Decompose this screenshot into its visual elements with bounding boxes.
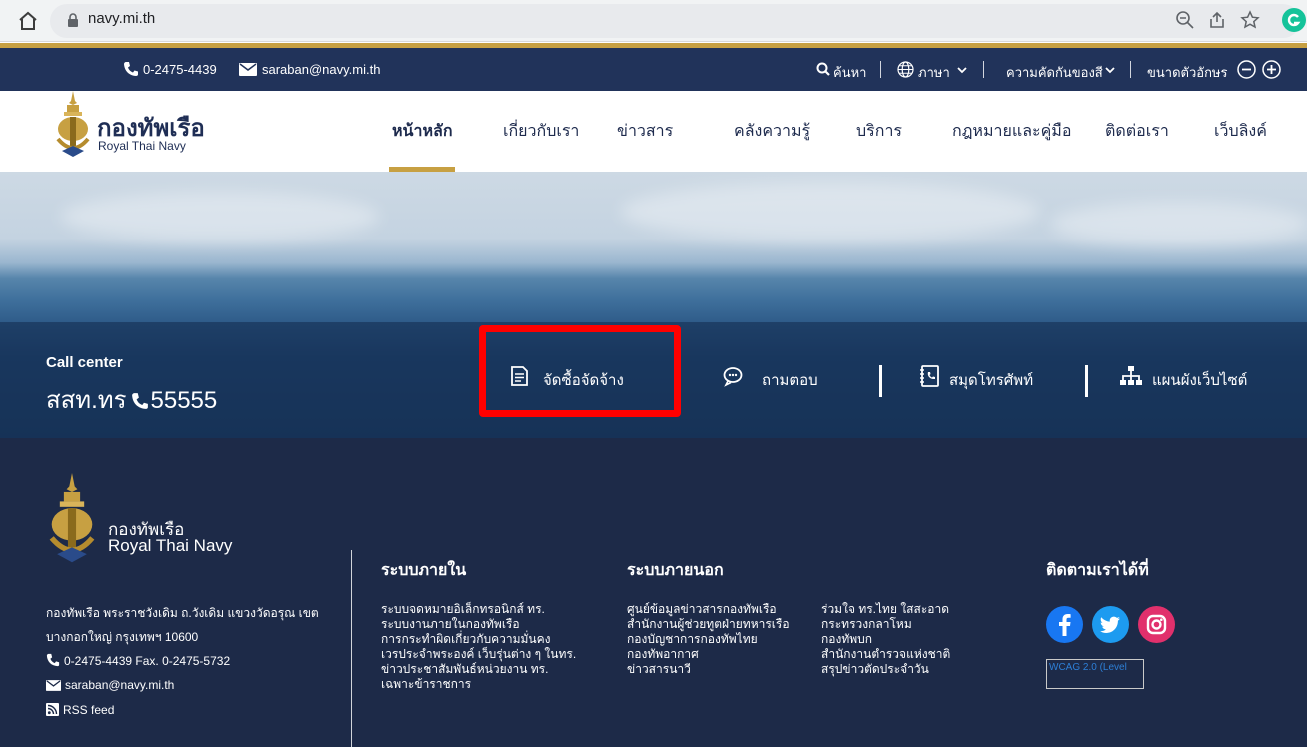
- internal-systems-list: ระบบจดหมายอิเล็กทรอนิกส์ ทร. ระบบงานภายใ…: [381, 602, 576, 692]
- nav-news[interactable]: ข่าวสาร: [617, 119, 673, 144]
- search-link[interactable]: ค้นหา: [833, 62, 866, 83]
- nav-laws-manuals[interactable]: กฎหมายและคู่มือ: [952, 119, 1071, 144]
- external-link-navy-news[interactable]: ข่าวสารนาวี: [627, 662, 790, 677]
- external-systems-list-2: ร่วมใจ ทร.ไทย ใสสะอาด กระทรวงกลาโหม กองท…: [821, 602, 950, 677]
- logo-title-english[interactable]: Royal Thai Navy: [98, 139, 186, 153]
- phonebook-link[interactable]: สมุดโทรศัพท์: [918, 362, 1068, 392]
- footer-rss-link[interactable]: RSS feed: [46, 703, 114, 717]
- navy-emblem-logo[interactable]: [54, 91, 92, 159]
- bookmark-star-icon[interactable]: [1240, 10, 1260, 30]
- envelope-icon: [46, 680, 61, 691]
- chevron-down-icon[interactable]: [1105, 67, 1115, 74]
- footer-email[interactable]: saraban@navy.mi.th: [46, 678, 174, 692]
- separator: [983, 61, 984, 78]
- font-increase-icon[interactable]: [1262, 60, 1281, 79]
- faq-label: ถามตอบ: [762, 372, 818, 389]
- nav-knowledge[interactable]: คลังความรู้: [734, 119, 810, 144]
- phonebook-label: สมุดโทรศัพท์: [949, 372, 1034, 389]
- external-link-air-force[interactable]: กองทัพอากาศ: [627, 647, 790, 662]
- external-link-transparency[interactable]: ร่วมใจ ทร.ไทย ใสสะอาด: [821, 602, 950, 617]
- language-dropdown[interactable]: ภาษา: [918, 62, 950, 83]
- utility-email[interactable]: saraban@navy.mi.th: [262, 62, 380, 77]
- faq-link[interactable]: ถามตอบ: [722, 362, 852, 392]
- twitter-icon[interactable]: [1092, 606, 1129, 643]
- home-icon[interactable]: [16, 9, 40, 33]
- nav-services[interactable]: บริการ: [856, 119, 902, 144]
- internal-link-intranet[interactable]: ระบบงานภายในกองทัพเรือ: [381, 617, 576, 632]
- external-link-supreme-command[interactable]: กองบัญชาการกองทัพไทย: [627, 632, 790, 647]
- wcag-badge-image[interactable]: WCAG 2.0 (Level: [1046, 659, 1144, 689]
- external-systems-list-1: ศูนย์ข้อมูลข่าวสารกองทัพเรือ สำนักงานผู้…: [627, 602, 790, 677]
- globe-icon[interactable]: [897, 61, 914, 78]
- chevron-down-icon[interactable]: [957, 67, 967, 74]
- hero-cloud: [1050, 202, 1307, 247]
- contrast-dropdown[interactable]: ความคัดกันของสี: [1006, 62, 1103, 83]
- hero-cloud: [60, 192, 380, 242]
- separator: [879, 365, 882, 397]
- browser-toolbar: navy.mi.th: [0, 0, 1307, 42]
- internal-link-email[interactable]: ระบบจดหมายอิเล็กทรอนิกส์ ทร.: [381, 602, 576, 617]
- external-systems-heading: ระบบภายนอก: [627, 562, 724, 579]
- nav-home[interactable]: หน้าหลัก: [392, 119, 453, 144]
- phonebook-icon: [920, 365, 939, 387]
- font-decrease-icon[interactable]: [1237, 60, 1256, 79]
- call-center-number[interactable]: สสท.ทร 55555: [46, 380, 217, 419]
- grammarly-extension-icon[interactable]: [1282, 8, 1306, 32]
- external-link-naval-attache[interactable]: สำนักงานผู้ช่วยทูตฝ่ายทหารเรือ: [627, 617, 790, 632]
- utility-phone[interactable]: 0-2475-4439: [143, 62, 217, 77]
- sitemap-label: แผนผังเว็บไซต์: [1152, 372, 1248, 389]
- call-center-prefix: สสท.ทร: [46, 387, 127, 414]
- nav-about[interactable]: เกี่ยวกับเรา: [503, 119, 579, 144]
- share-icon[interactable]: [1207, 10, 1227, 30]
- hero-cloud: [620, 182, 1040, 242]
- url-text[interactable]: navy.mi.th: [88, 10, 155, 27]
- envelope-icon: [239, 63, 257, 76]
- separator: [1085, 365, 1088, 397]
- separator: [880, 61, 881, 78]
- zoom-icon[interactable]: [1175, 10, 1195, 30]
- utility-bar: 0-2475-4439 saraban@navy.mi.th ค้นหา ภาษ…: [0, 48, 1307, 91]
- footer-email-text: saraban@navy.mi.th: [65, 678, 175, 692]
- external-link-police[interactable]: สำนักงานตำรวจแห่งชาติ: [821, 647, 950, 662]
- phone-icon: [46, 653, 60, 667]
- footer-logo-title-english: Royal Thai Navy: [108, 536, 233, 555]
- site-footer: กองทัพเรือ Royal Thai Navy กองทัพเรือ พร…: [0, 438, 1307, 747]
- site-header: กองทัพเรือ Royal Thai Navy หน้าหลัก เกี่…: [0, 91, 1307, 172]
- address-bar[interactable]: [50, 4, 1300, 38]
- follow-us-heading: ติดตามเราได้ที่: [1046, 562, 1149, 579]
- lock-icon[interactable]: [66, 12, 80, 28]
- internal-link-security[interactable]: การกระทำผิดเกี่ยวกับความมั่นคง: [381, 632, 576, 647]
- internal-link-royal-duty[interactable]: เวรประจำพระองค์ เว็บรุ่นต่าง ๆ ในทร.: [381, 647, 576, 662]
- external-link-defence-ministry[interactable]: กระทรวงกลาโหม: [821, 617, 950, 632]
- footer-rss-text: RSS feed: [63, 703, 115, 717]
- call-center-digits: 55555: [150, 387, 218, 414]
- wcag-alt-text: WCAG 2.0 (Level: [1049, 662, 1127, 673]
- font-size-label: ขนาดตัวอักษร: [1147, 65, 1228, 80]
- footer-address: กองทัพเรือ พระราชวังเดิม ถ.วังเดิม แขวงว…: [46, 606, 319, 644]
- internal-systems-heading: ระบบภายใน: [381, 562, 467, 579]
- footer-divider: [351, 550, 352, 747]
- sitemap-icon: [1120, 366, 1142, 385]
- external-link-army[interactable]: กองทัพบก: [821, 632, 950, 647]
- external-link-daily-news[interactable]: สรุปข่าวตัดประจำวัน: [821, 662, 950, 677]
- nav-weblinks[interactable]: เว็บลิงค์: [1214, 119, 1267, 144]
- chat-bubbles-icon: [723, 367, 743, 387]
- call-center-label: Call center: [46, 354, 123, 371]
- navy-emblem-logo[interactable]: [46, 473, 98, 565]
- sitemap-link[interactable]: แผนผังเว็บไซต์: [1119, 362, 1269, 392]
- footer-phone-fax[interactable]: 0-2475-4439 Fax. 0-2475-5732: [46, 653, 230, 668]
- instagram-icon[interactable]: [1138, 606, 1175, 643]
- facebook-icon[interactable]: [1046, 606, 1083, 643]
- phone-icon: [131, 393, 148, 409]
- internal-link-officials[interactable]: เฉพาะข้าราชการ: [381, 677, 576, 692]
- search-icon[interactable]: [816, 62, 830, 76]
- procurement-highlight-box: [479, 325, 681, 417]
- external-link-info-center[interactable]: ศูนย์ข้อมูลข่าวสารกองทัพเรือ: [627, 602, 790, 617]
- rss-icon: [46, 703, 59, 716]
- footer-phone-text: 0-2475-4439 Fax. 0-2475-5732: [64, 654, 231, 668]
- internal-link-pr-news[interactable]: ข่าวประชาสัมพันธ์หน่วยงาน ทร.: [381, 662, 576, 677]
- nav-contact[interactable]: ติดต่อเรา: [1105, 119, 1169, 144]
- phone-icon: [124, 62, 138, 76]
- separator: [1130, 61, 1131, 78]
